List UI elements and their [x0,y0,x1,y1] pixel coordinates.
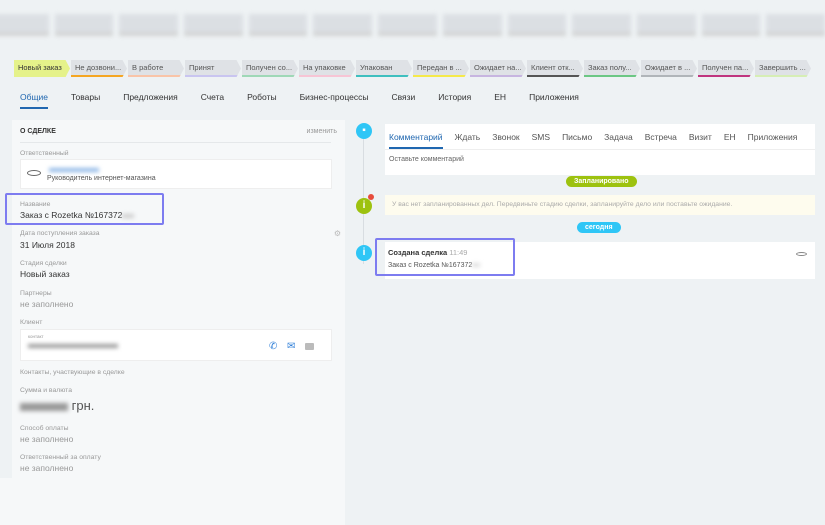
stage-2[interactable]: В работе [128,60,184,77]
stage-0[interactable]: Новый заказ [14,60,70,77]
mail-icon[interactable]: ✉ [287,341,295,352]
stage-12[interactable]: Получен па... [698,60,754,77]
tab-7[interactable]: История [438,92,471,109]
payment-value: не заполнено [20,434,74,444]
responsible-card[interactable]: Руководитель интернет-магазина [20,159,332,189]
phone-icon[interactable]: ✆ [269,341,277,352]
tab-3[interactable]: Счета [201,92,224,109]
info-icon: i [356,245,372,261]
tab-5[interactable]: Бизнес-процессы [300,92,369,109]
activity-tab-3[interactable]: SMS [532,124,550,147]
tab-4[interactable]: Роботы [247,92,276,109]
stage-1[interactable]: Не дозвони... [71,60,127,77]
activity-tab-7[interactable]: Визит [689,124,712,147]
tab-8[interactable]: ЕН [494,92,506,109]
activity-tab-4[interactable]: Письмо [562,124,592,147]
stage-3[interactable]: Принят [185,60,241,77]
client-card[interactable]: контакт ✆ ✉ [20,329,332,361]
stage-10[interactable]: Заказ полу... [584,60,640,77]
alert-badge [368,194,374,200]
gear-icon[interactable]: ⚙ [334,229,341,238]
partners-value: не заполнено [20,299,74,309]
author-avatar [796,252,807,256]
chat-icon[interactable] [305,343,314,350]
partners-label: Партнеры [20,290,52,297]
tab-9[interactable]: Приложения [529,92,579,109]
responsible-label: Ответственный [20,150,69,157]
stage-4[interactable]: Получен со... [242,60,298,77]
stage-9[interactable]: Клиент отк... [527,60,583,77]
info-icon: i [356,198,372,214]
activity-tab-9[interactable]: Приложения [748,124,798,147]
client-sub-label: контакт [28,334,44,339]
stage-label: Стадия сделки [20,260,67,267]
date-value: 31 Июля 2018 [20,240,75,250]
tab-6[interactable]: Связи [391,92,415,109]
activity-editor: Комментарий Ждать Звонок SMS Письмо Задача Вст… [385,124,815,175]
pay-resp-label: Ответственный за оплату [20,454,101,461]
avatar [27,170,41,176]
tab-0[interactable]: Общие [20,92,48,109]
comment-input[interactable]: Оставьте комментарий [385,150,815,169]
today-badge: сегодня [577,222,621,233]
deal-tabs: Общие Товары Предложения Счета Роботы Бизнес-… [20,92,602,109]
tab-2[interactable]: Предложения [123,92,177,109]
stage-6[interactable]: Упакован [356,60,412,77]
comment-icon: ▪ [356,123,372,139]
activity-tab-8[interactable]: ЕН [724,124,736,147]
highlight-box [5,193,164,225]
client-name-blurred [28,344,118,348]
stage-8[interactable]: Ожидает на... [470,60,526,77]
stage-7[interactable]: Передан в ... [413,60,469,77]
activity-tab-0[interactable]: Комментарий [389,124,443,149]
deal-info-panel: О СДЕЛКЕ изменить Ответственный Руководи… [12,120,345,478]
contacts-label: Контакты, участвующие в сделке [20,369,125,376]
activity-tab-6[interactable]: Встреча [645,124,677,147]
tab-1[interactable]: Товары [71,92,100,109]
pay-resp-value: не заполнено [20,463,74,473]
blurred-stage-bar [0,14,825,38]
responsible-position: Руководитель интернет-магазина [47,175,156,182]
stage-bar: Новый заказ Не дозвони... В работе Принят По… [14,60,811,77]
edit-link[interactable]: изменить [307,128,337,135]
divider [20,142,331,143]
stage-13[interactable]: Завершить ... [755,60,811,77]
highlight-box [375,238,515,276]
sum-blurred [20,402,68,411]
stage-11[interactable]: Ожидает в ... [641,60,697,77]
stage-value: Новый заказ [20,269,70,279]
activity-tab-1[interactable]: Ждать [455,124,481,147]
client-label: Клиент [20,319,43,326]
no-tasks-notice: У вас нет запланированных дел. Передвинь… [385,195,815,215]
currency: грн. [71,398,95,413]
planned-badge: Запланировано [566,176,637,187]
sum-label: Сумма и валюта [20,387,72,394]
payment-label: Способ оплаты [20,425,69,432]
activity-tab-2[interactable]: Звонок [492,124,519,147]
sum-value: грн. [20,398,94,413]
activity-tab-5[interactable]: Задача [604,124,633,147]
date-label: Дата поступления заказа [20,230,100,237]
responsible-name-blurred [49,168,99,172]
stage-5[interactable]: На упаковке [299,60,355,77]
section-title: О СДЕЛКЕ [20,128,56,135]
bottom-area [0,478,345,525]
